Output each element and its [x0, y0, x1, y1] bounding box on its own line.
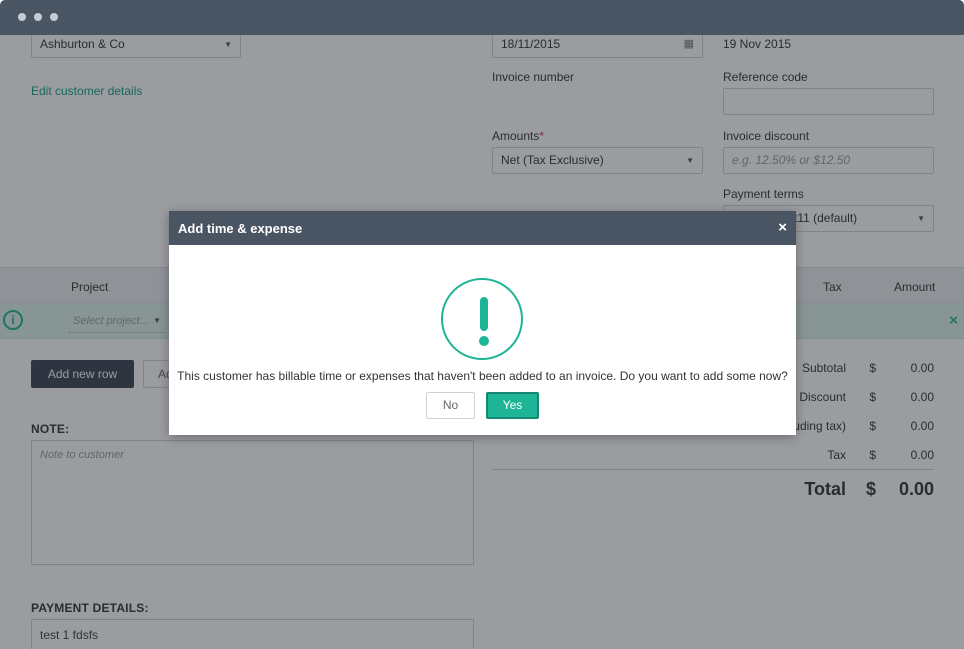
modal-header: Add time & expense × [169, 211, 796, 245]
modal-title: Add time & expense [178, 221, 303, 236]
close-icon[interactable]: × [778, 219, 787, 236]
alert-icon [441, 278, 523, 360]
window-maximize-dot[interactable] [50, 13, 58, 21]
alert-icon-dot [479, 336, 489, 346]
window-titlebar [0, 0, 964, 35]
alert-icon-bar [480, 297, 488, 331]
add-time-expense-modal: Add time & expense × This customer has b… [169, 211, 796, 435]
no-button[interactable]: No [426, 392, 475, 419]
window-close-dot[interactable] [18, 13, 26, 21]
yes-button[interactable]: Yes [486, 392, 539, 419]
window-minimize-dot[interactable] [34, 13, 42, 21]
modal-message: This customer has billable time or expen… [177, 369, 788, 383]
